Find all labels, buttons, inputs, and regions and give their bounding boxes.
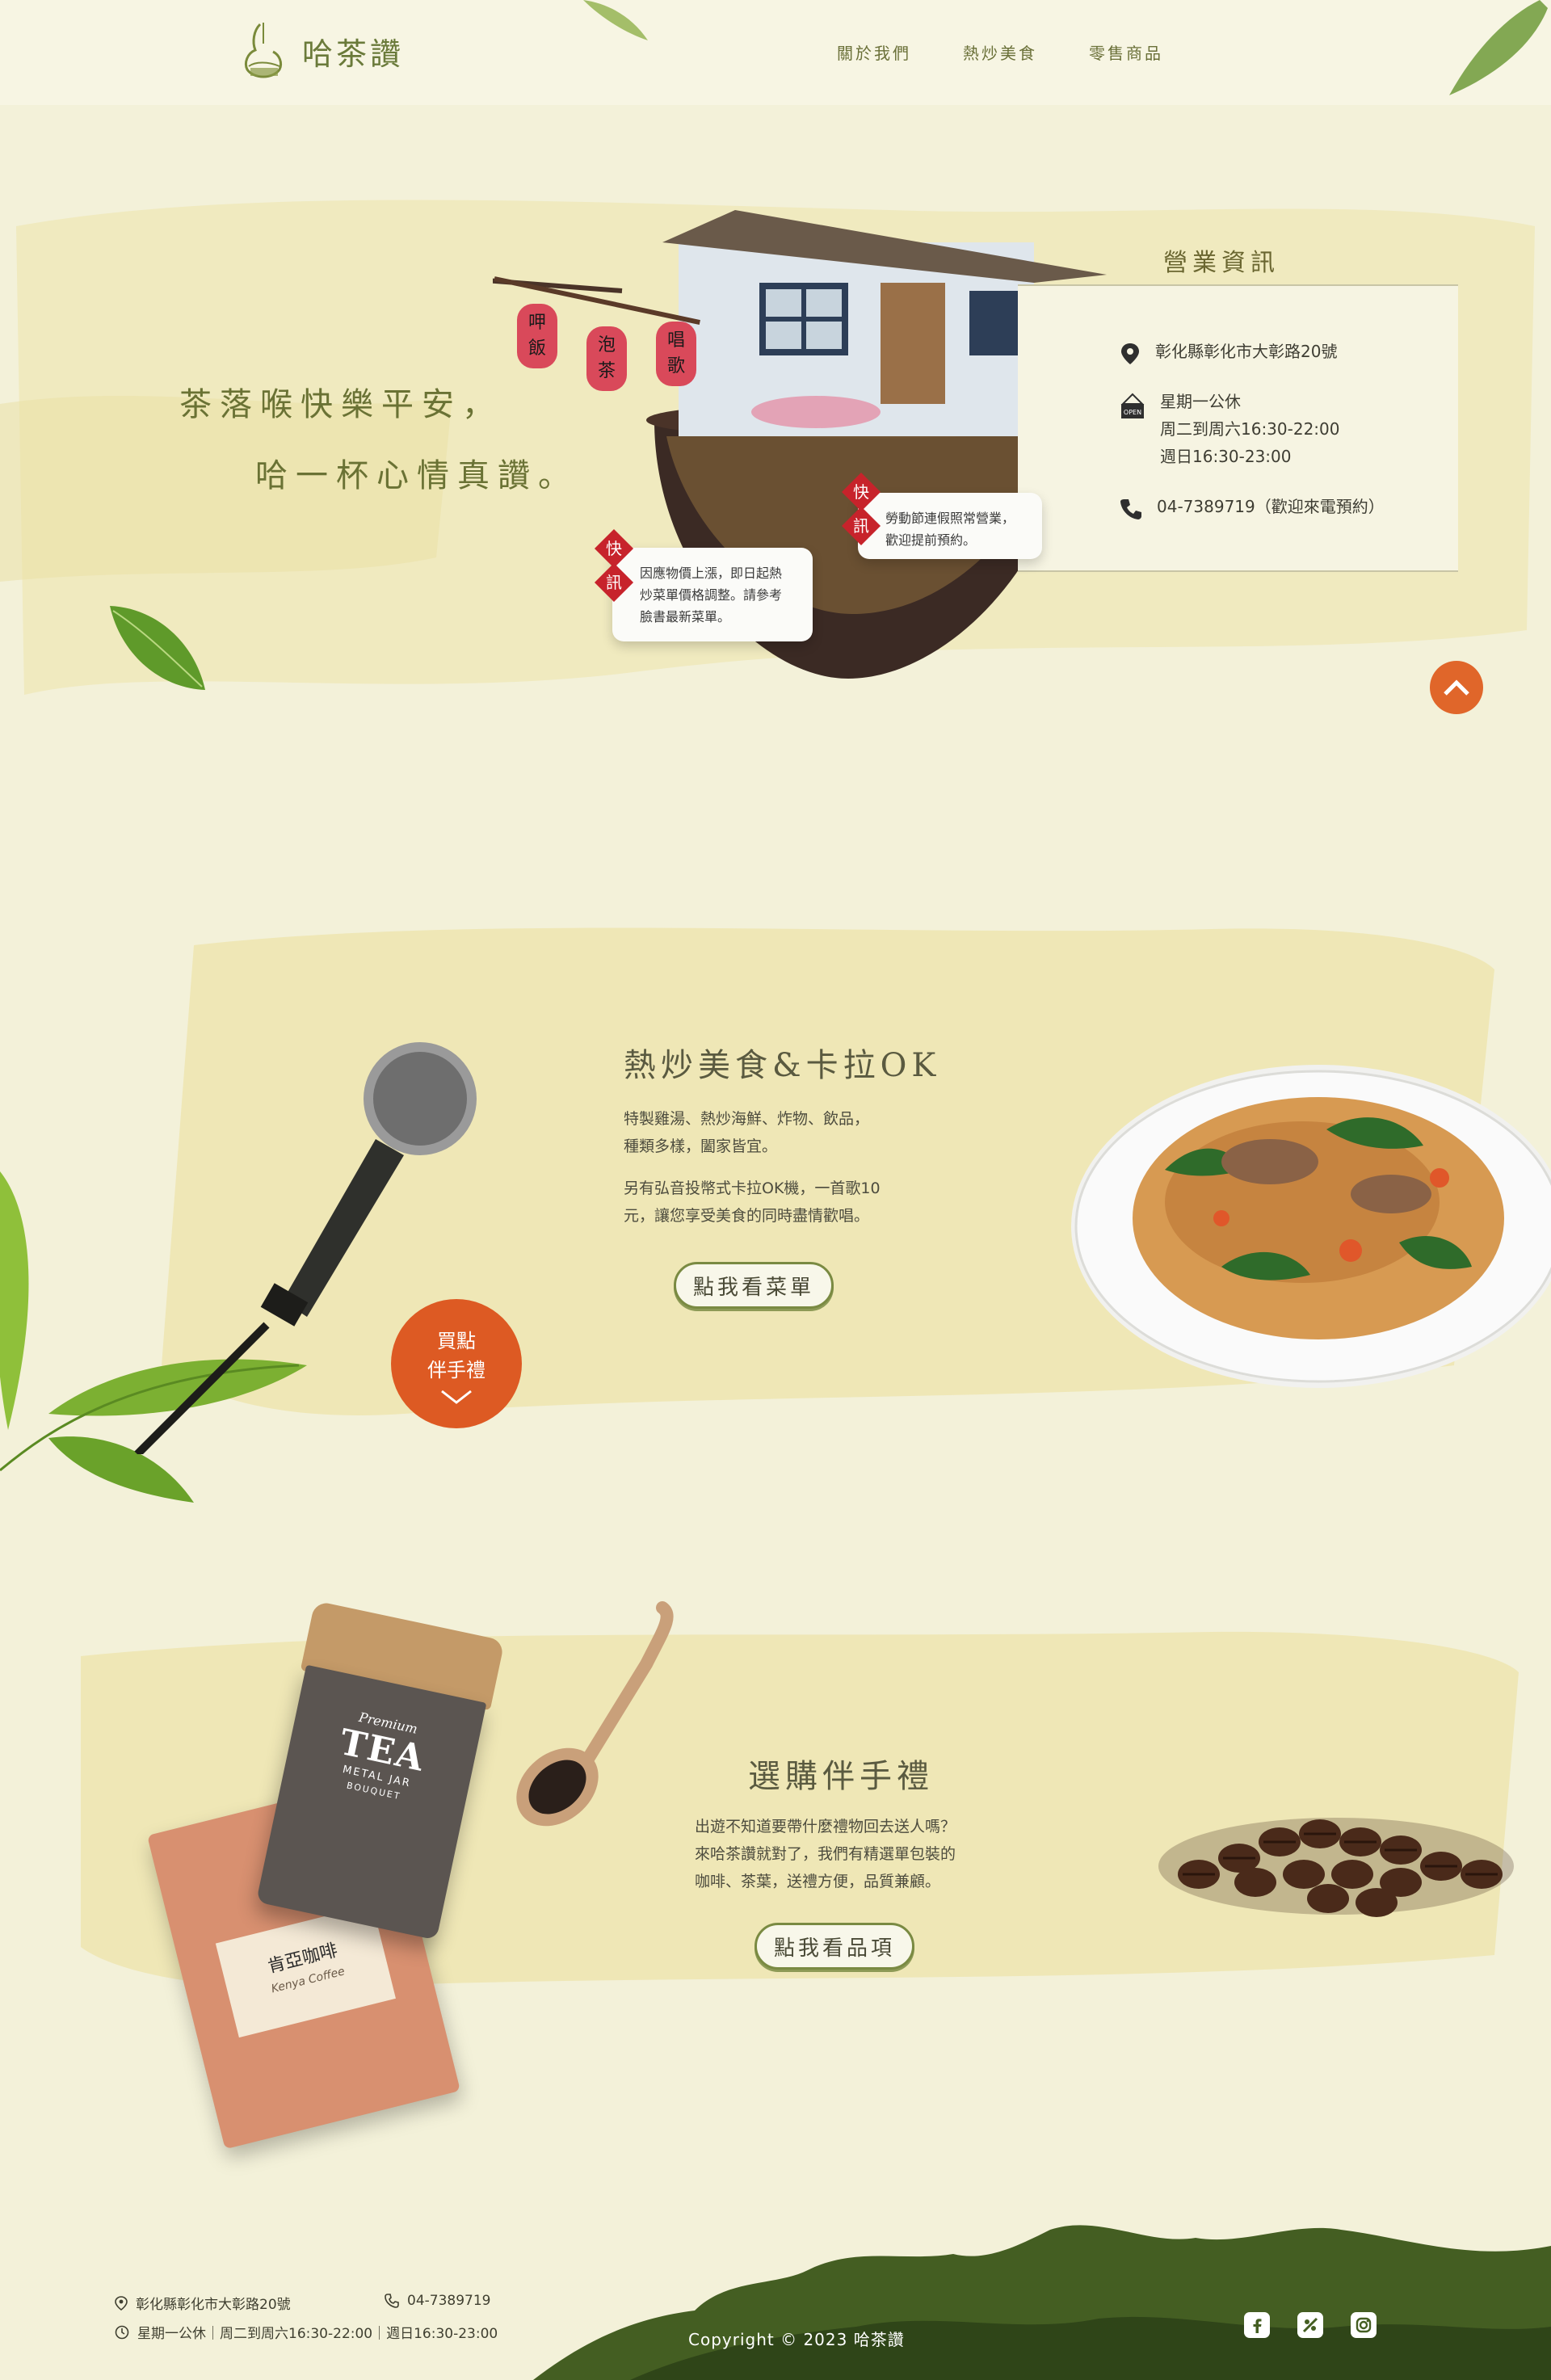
svg-text:OPEN: OPEN — [1124, 409, 1141, 416]
instagram-button[interactable] — [1351, 2312, 1377, 2338]
footer-address: 彰化縣彰化市大彰路20號 — [115, 2293, 291, 2313]
buy-gifts-badge[interactable]: 買點 伴手禮 — [391, 1299, 522, 1428]
hero-tagline-1: 茶落喉快樂平安， — [179, 386, 502, 423]
stir-fry-desc-1: 特製雞湯、熱炒海鮮、炸物、飲品， 種類多樣，闔家皆宜。 — [624, 1110, 870, 1155]
news-tag-1: 快 訊 — [594, 528, 634, 603]
phone-text: 04-7389719（歡迎來電預約） — [1157, 497, 1385, 516]
gifts-desc: 出遊不知道要帶什麼禮物回去送人嗎？ 來哈茶讚就對了，我們有精選單包裝的 咖啡、茶… — [695, 1818, 956, 1890]
nav-about[interactable]: 關於我們 — [837, 40, 911, 64]
instagram-icon — [1356, 2317, 1372, 2333]
fried-rice-plate-image — [1071, 1065, 1551, 1388]
brand-name: 哈茶讚 — [302, 36, 405, 72]
map-button[interactable] — [1297, 2312, 1323, 2338]
copyright-text: Copyright © 2023 哈茶讚 — [688, 2330, 905, 2349]
chevron-up-icon — [1444, 679, 1469, 696]
news-card-holiday[interactable]: 勞動節連假照常營業， 歡迎提前預約。 — [858, 493, 1042, 559]
hours-text: 星期一公休 周二到周六16:30-22:00 週日16:30-23:00 — [1160, 392, 1340, 466]
lantern-3: 唱歌 — [656, 322, 696, 386]
gifts-title: 選購伴手禮 — [748, 1758, 934, 1795]
view-menu-button[interactable]: 點我看菜單 — [674, 1262, 834, 1309]
logo[interactable]: 哈茶讚 — [236, 19, 404, 82]
address-text: 彰化縣彰化市大彰路20號 — [1155, 342, 1338, 361]
phone-icon — [385, 2294, 399, 2308]
clock-icon — [115, 2325, 129, 2339]
phone-row[interactable]: 04-7389719（歡迎來電預約） — [1120, 493, 1385, 520]
scroll-up-button[interactable] — [1430, 661, 1483, 714]
footer-phone[interactable]: 04-7389719 — [385, 2293, 490, 2309]
address-row: 彰化縣彰化市大彰路20號 — [1120, 338, 1337, 365]
phone-icon — [1120, 499, 1141, 519]
lantern-2: 泡茶 — [586, 326, 627, 391]
nav-retail[interactable]: 零售商品 — [1089, 40, 1163, 64]
news-card-price[interactable]: 因應物價上漲，即日起熱 炒菜單價格調整。請參考 臉書最新菜單。 — [612, 548, 813, 641]
hours-row: OPEN 星期一公休 周二到周六16:30-22:00 週日16:30-23:0… — [1120, 388, 1340, 470]
location-pin-icon — [115, 2295, 128, 2311]
nav-stir-fry[interactable]: 熱炒美食 — [963, 40, 1037, 64]
site-header: 哈茶讚 關於我們 熱炒美食 零售商品 — [0, 0, 1551, 105]
facebook-button[interactable] — [1244, 2312, 1270, 2338]
tea-leaf-icon — [110, 606, 205, 690]
footer-hours: 星期一公休｜周二到周六16:30-22:00｜週日16:30-23:00 — [115, 2322, 498, 2342]
map-icon — [1302, 2317, 1318, 2333]
stir-fry-title: 熱炒美食&卡拉OK — [624, 1047, 941, 1084]
lantern-1: 呷飯 — [517, 304, 557, 368]
facebook-icon — [1253, 2319, 1262, 2333]
wooden-spoon-icon — [516, 1601, 674, 1827]
stir-fry-desc-2: 另有弘音投幣式卡拉OK機，一首歌10 元，讓您享受美食的同時盡情歡唱。 — [624, 1179, 881, 1225]
chevron-down-icon — [441, 1390, 472, 1404]
location-pin-icon — [1121, 343, 1139, 364]
teapot-logo-icon — [244, 23, 283, 78]
news-tag-2: 快 訊 — [841, 472, 881, 546]
leaf-top-icon — [583, 0, 648, 40]
coffee-beans-image — [1158, 1818, 1514, 1917]
view-products-button[interactable]: 點我看品項 — [754, 1923, 914, 1970]
open-sign-icon: OPEN — [1120, 393, 1145, 418]
mountain-footer-illustration — [533, 2225, 1551, 2380]
leaf-top-right-icon — [1449, 0, 1548, 95]
business-info-title: 營業資訊 — [1163, 249, 1280, 277]
main-nav: 關於我們 熱炒美食 零售商品 — [837, 40, 1163, 64]
